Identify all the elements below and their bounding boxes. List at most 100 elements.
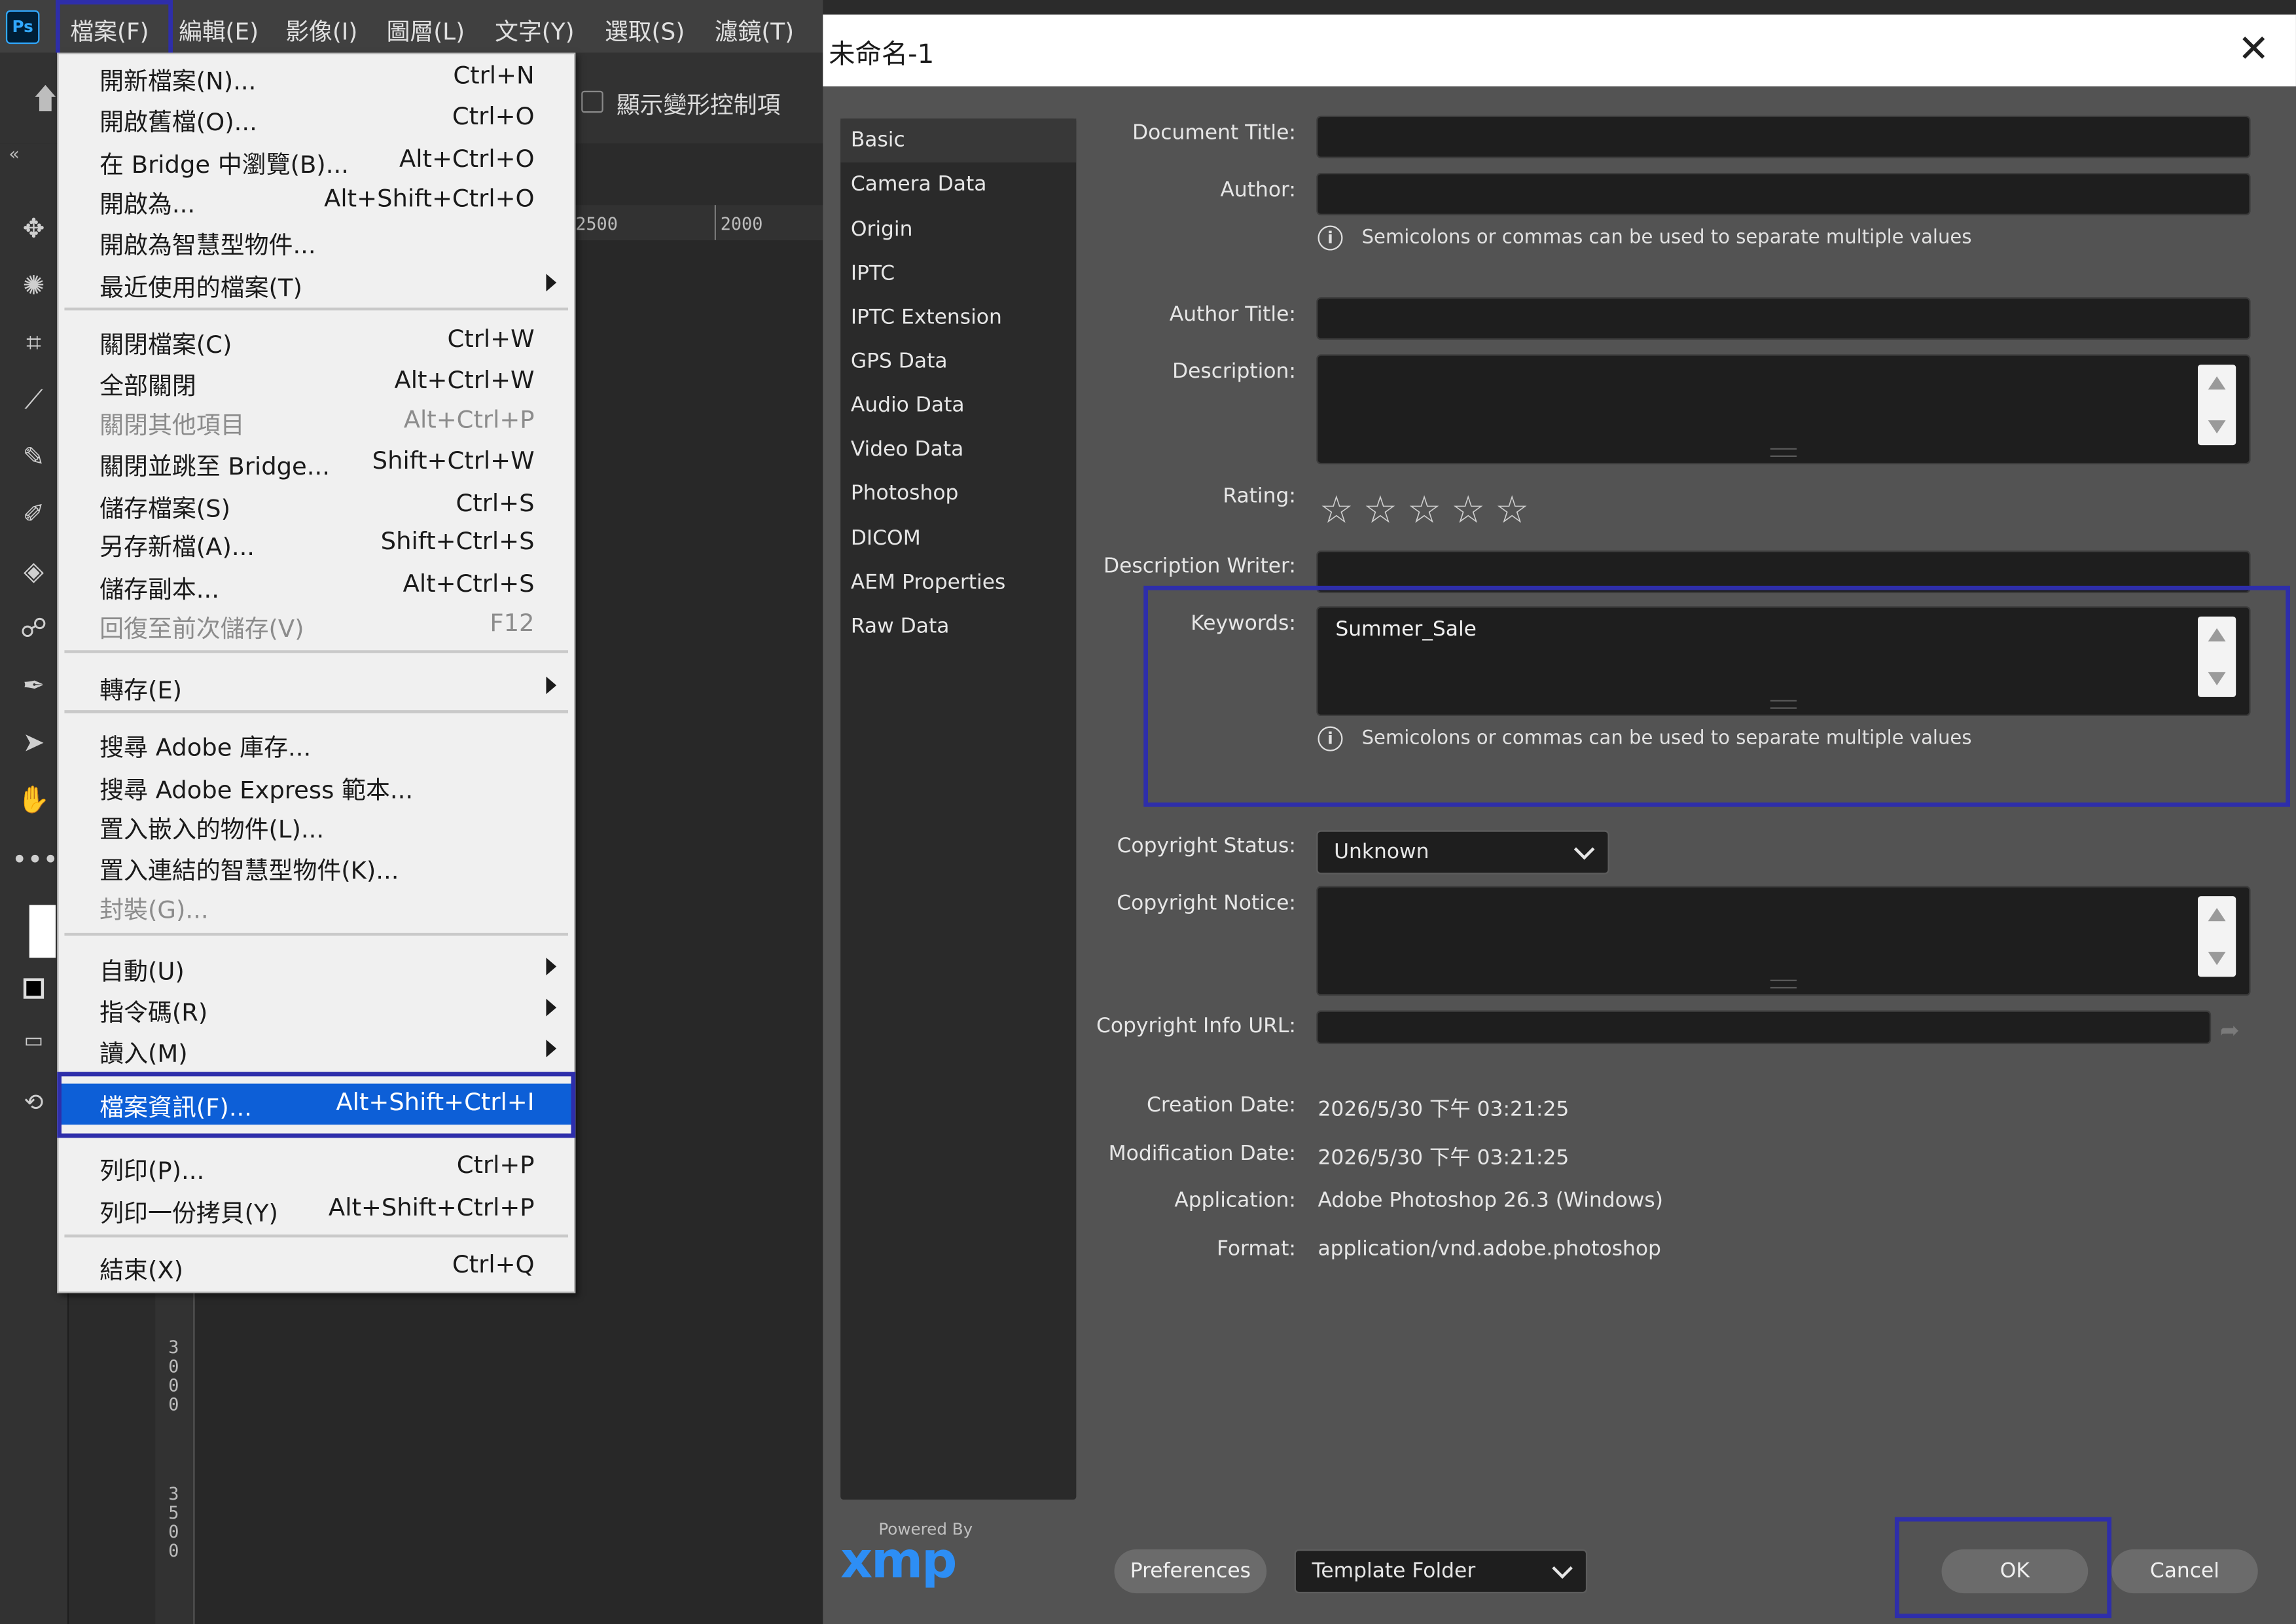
template-folder-select[interactable]: Template Folder bbox=[1294, 1549, 1588, 1594]
copyright-notice-label: Copyright Notice: bbox=[1117, 892, 1296, 916]
menu-image[interactable]: 影像(I) bbox=[285, 12, 357, 47]
menu-item-recent-files[interactable]: 最近使用的檔案(T) bbox=[58, 264, 573, 303]
sidebar-item-video-data[interactable]: Video Data bbox=[851, 438, 964, 461]
menu-filter[interactable]: 濾鏡(T) bbox=[715, 12, 794, 47]
scroll-up-icon[interactable] bbox=[2208, 908, 2226, 922]
eyedropper-icon[interactable]: ⟋ bbox=[12, 379, 56, 423]
sidebar-item-dicom[interactable]: DICOM bbox=[851, 527, 921, 550]
creation-date-label: Creation Date: bbox=[1147, 1094, 1296, 1117]
rating-star-5-icon[interactable]: ☆ bbox=[1495, 489, 1529, 533]
screen-mode-icon[interactable]: ⟲ bbox=[12, 1081, 56, 1125]
menu-item-place-linked[interactable]: 置入連結的智慧型物件(K)... bbox=[58, 846, 573, 886]
sidebar-item-basic[interactable]: Basic bbox=[851, 129, 905, 153]
sidebar-item-camera-data[interactable]: Camera Data bbox=[851, 173, 987, 196]
copyright-notice-scrollbar[interactable] bbox=[2198, 896, 2236, 977]
menu-separator bbox=[64, 710, 569, 713]
rating-star-3-icon[interactable]: ☆ bbox=[1407, 489, 1441, 533]
resize-grip-icon[interactable] bbox=[1770, 979, 1797, 989]
move-icon[interactable]: ✥ bbox=[12, 208, 56, 252]
menu-item-save-as[interactable]: 另存新檔(A)... Shift+Ctrl+S bbox=[58, 523, 573, 562]
foreground-color-swatch[interactable] bbox=[29, 905, 56, 958]
hand-icon[interactable]: ✋ bbox=[12, 779, 56, 823]
healing-icon[interactable]: ✐ bbox=[12, 494, 56, 537]
menu-item-import[interactable]: 讀入(M) bbox=[58, 1030, 573, 1069]
description-textarea[interactable] bbox=[1316, 354, 2251, 465]
author-input[interactable] bbox=[1316, 172, 2251, 215]
crop-icon[interactable]: ⌗ bbox=[12, 322, 56, 366]
dialog-title: 未命名-1 bbox=[829, 39, 935, 71]
sidebar-item-origin[interactable]: Origin bbox=[851, 218, 913, 242]
menu-select[interactable]: 選取(S) bbox=[605, 12, 685, 47]
pen-icon[interactable]: ✒ bbox=[12, 665, 56, 709]
sidebar-item-iptc[interactable]: IPTC bbox=[851, 262, 895, 285]
description-label: Description: bbox=[1172, 360, 1296, 384]
menu-item-close[interactable]: 關閉檔案(C) Ctrl+W bbox=[58, 321, 573, 360]
ruler-top: 2500 2000 bbox=[571, 205, 823, 242]
rating-star-1-icon[interactable]: ☆ bbox=[1319, 489, 1354, 533]
menu-item-open-as[interactable]: 開啟為... Alt+Shift+Ctrl+O bbox=[58, 180, 573, 219]
home-icon[interactable] bbox=[35, 84, 56, 112]
menu-item-close-all[interactable]: 全部關閉 Alt+Ctrl+W bbox=[58, 362, 573, 401]
sidebar-item-audio-data[interactable]: Audio Data bbox=[851, 394, 965, 418]
sidebar-item-iptc-extension[interactable]: IPTC Extension bbox=[851, 306, 1002, 330]
scroll-down-icon[interactable] bbox=[2208, 952, 2226, 965]
menu-item-scripts[interactable]: 指令碼(R) bbox=[58, 988, 573, 1028]
menu-item-search-stock[interactable]: 搜尋 Adobe 庫存... bbox=[58, 723, 573, 763]
author-title-input[interactable] bbox=[1316, 297, 2251, 340]
collapse-icon[interactable]: « bbox=[9, 143, 19, 164]
menu-item-new[interactable]: 開新檔案(N)... Ctrl+N bbox=[58, 57, 573, 96]
menu-item-place-embedded[interactable]: 置入嵌入的物件(L)... bbox=[58, 805, 573, 844]
description-writer-label: Description Writer: bbox=[1103, 554, 1296, 579]
description-scrollbar[interactable] bbox=[2198, 365, 2236, 446]
menu-item-automate[interactable]: 自動(U) bbox=[58, 947, 573, 986]
cancel-button[interactable]: Cancel bbox=[2111, 1549, 2258, 1594]
copyright-status-select[interactable]: Unknown bbox=[1316, 830, 1609, 875]
sidebar-item-gps-data[interactable]: GPS Data bbox=[851, 350, 948, 374]
preferences-button[interactable]: Preferences bbox=[1114, 1549, 1267, 1594]
quick-mask-icon[interactable]: ▭ bbox=[12, 1019, 56, 1063]
file-info-dialog: 未命名-1 ✕ Basic Camera Data Origin IPTC IP… bbox=[823, 14, 2296, 1624]
menu-layer[interactable]: 圖層(L) bbox=[387, 12, 465, 47]
submenu-arrow-icon bbox=[546, 998, 557, 1017]
sidebar-item-raw-data[interactable]: Raw Data bbox=[851, 615, 950, 639]
menu-item-open[interactable]: 開啟舊檔(O)... Ctrl+O bbox=[58, 98, 573, 137]
sidebar-item-photoshop[interactable]: Photoshop bbox=[851, 482, 959, 505]
file-info-highlight bbox=[57, 1072, 576, 1138]
menu-item-save[interactable]: 儲存檔案(S) Ctrl+S bbox=[58, 485, 573, 524]
menu-item-print[interactable]: 列印(P)... Ctrl+P bbox=[58, 1147, 573, 1186]
menu-item-close-go-bridge[interactable]: 關閉並跳至 Bridge... Shift+Ctrl+W bbox=[58, 442, 573, 482]
more-icon[interactable]: ••• bbox=[12, 839, 58, 883]
swap-colors-icon[interactable] bbox=[23, 978, 45, 999]
menu-item-export[interactable]: 轉存(E) bbox=[58, 666, 573, 706]
resize-grip-icon[interactable] bbox=[1770, 448, 1797, 458]
quick-select-icon[interactable]: ✺ bbox=[12, 265, 56, 309]
menu-type[interactable]: 文字(Y) bbox=[495, 12, 574, 47]
rating-star-2-icon[interactable]: ☆ bbox=[1363, 489, 1397, 533]
close-icon[interactable]: ✕ bbox=[2238, 28, 2270, 72]
creation-date-value: 2026/5/30 下午 03:21:25 bbox=[1318, 1098, 1570, 1122]
brush-icon[interactable]: ✎ bbox=[12, 437, 56, 480]
menu-item-open-smart-object[interactable]: 開啟為智慧型物件... bbox=[58, 221, 573, 261]
paint-bucket-icon[interactable]: ◈ bbox=[12, 550, 56, 594]
copyright-info-url-input[interactable] bbox=[1316, 1010, 2212, 1045]
menu-separator bbox=[64, 1234, 569, 1238]
smudge-icon[interactable]: ☍ bbox=[12, 607, 56, 651]
modification-date-label: Modification Date: bbox=[1108, 1142, 1296, 1166]
scroll-up-icon[interactable] bbox=[2208, 376, 2226, 390]
share-arrow-icon[interactable]: ➦ bbox=[2220, 1017, 2240, 1045]
copyright-notice-textarea[interactable] bbox=[1316, 886, 2251, 996]
menu-item-browse-bridge[interactable]: 在 Bridge 中瀏覽(B)... Alt+Ctrl+O bbox=[58, 141, 573, 180]
menu-item-exit[interactable]: 結束(X) Ctrl+Q bbox=[58, 1246, 573, 1286]
author-hint: i Semicolons or commas can be used to sep… bbox=[1318, 225, 1971, 251]
scroll-down-icon[interactable] bbox=[2208, 420, 2226, 434]
menu-edit[interactable]: 編輯(E) bbox=[179, 12, 259, 47]
menu-item-search-express[interactable]: 搜尋 Adobe Express 範本... bbox=[58, 766, 573, 805]
menu-item-print-one-copy[interactable]: 列印一份拷貝(Y) Alt+Shift+Ctrl+P bbox=[58, 1189, 573, 1229]
sidebar-item-aem-properties[interactable]: AEM Properties bbox=[851, 571, 1006, 595]
rating-star-4-icon[interactable]: ☆ bbox=[1451, 489, 1485, 533]
menu-separator bbox=[64, 650, 569, 653]
menu-item-save-copy[interactable]: 儲存副本... Alt+Ctrl+S bbox=[58, 566, 573, 605]
show-transform-controls-checkbox[interactable] bbox=[581, 90, 603, 113]
path-select-icon[interactable]: ➤ bbox=[12, 722, 56, 766]
document-title-input[interactable] bbox=[1316, 115, 2251, 158]
